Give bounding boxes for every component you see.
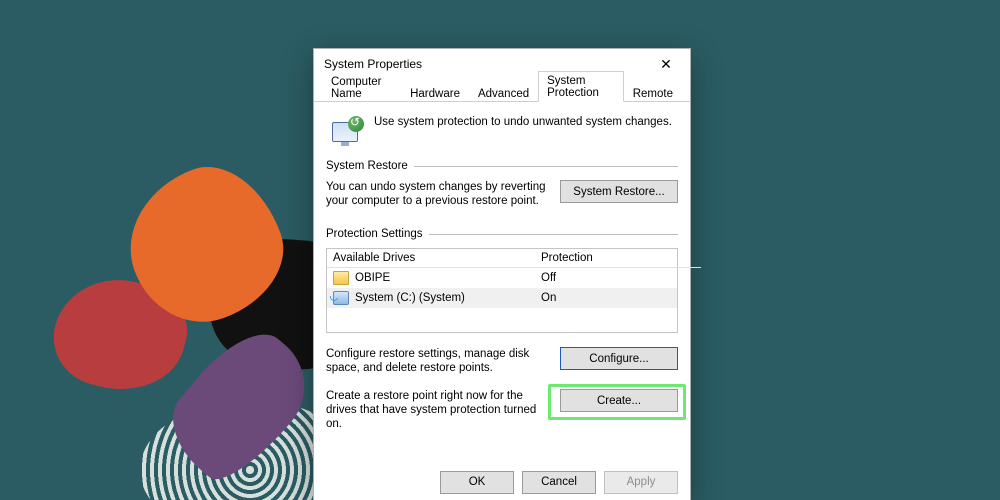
create-button[interactable]: Create... (560, 389, 678, 412)
drive-row[interactable]: System (C:) (System) On (327, 288, 677, 308)
drives-header: Available Drives Protection (327, 249, 677, 268)
folder-icon (333, 271, 349, 285)
group-protection-settings: Protection Settings Available Drives Pro… (326, 228, 678, 431)
system-restore-text: You can undo system changes by reverting… (326, 180, 550, 208)
group-system-restore: System Restore You can undo system chang… (326, 160, 678, 208)
tab-computer-name[interactable]: Computer Name (322, 72, 401, 102)
intro-row: Use system protection to undo unwanted s… (330, 116, 678, 146)
window-title: System Properties (324, 57, 422, 71)
system-restore-heading: System Restore (326, 160, 408, 172)
desktop: System Properties ✕ Computer Name Hardwa… (0, 0, 1000, 500)
tab-remote[interactable]: Remote (624, 84, 682, 102)
drive-name: System (C:) (System) (355, 292, 465, 304)
close-icon: ✕ (660, 56, 672, 73)
ok-button[interactable]: OK (440, 471, 514, 494)
dialog-footer: OK Cancel Apply (314, 463, 690, 500)
tabstrip: Computer Name Hardware Advanced System P… (314, 79, 690, 102)
col-available-drives: Available Drives (327, 249, 535, 268)
system-properties-dialog: System Properties ✕ Computer Name Hardwa… (313, 48, 691, 500)
cancel-button[interactable]: Cancel (522, 471, 596, 494)
tab-advanced[interactable]: Advanced (469, 84, 538, 102)
drive-name: OBIPE (355, 272, 390, 284)
configure-text: Configure restore settings, manage disk … (326, 347, 550, 375)
system-restore-button[interactable]: System Restore... (560, 180, 678, 203)
apply-button[interactable]: Apply (604, 471, 678, 494)
dialog-body: Use system protection to undo unwanted s… (314, 102, 690, 431)
close-button[interactable]: ✕ (648, 52, 684, 76)
protection-settings-heading: Protection Settings (326, 228, 423, 240)
drive-row[interactable]: OBIPE Off (327, 268, 677, 288)
tab-system-protection[interactable]: System Protection (538, 71, 624, 102)
configure-button[interactable]: Configure... (560, 347, 678, 370)
intro-text: Use system protection to undo unwanted s… (374, 116, 672, 128)
create-text: Create a restore point right now for the… (326, 389, 550, 431)
col-protection: Protection (535, 249, 701, 268)
drives-list[interactable]: Available Drives Protection OBIPE Off Sy… (326, 248, 678, 333)
drive-protection: On (535, 289, 701, 307)
drive-protection: Off (535, 269, 701, 287)
disk-icon (333, 291, 349, 305)
tab-hardware[interactable]: Hardware (401, 84, 469, 102)
system-restore-icon (330, 116, 364, 146)
